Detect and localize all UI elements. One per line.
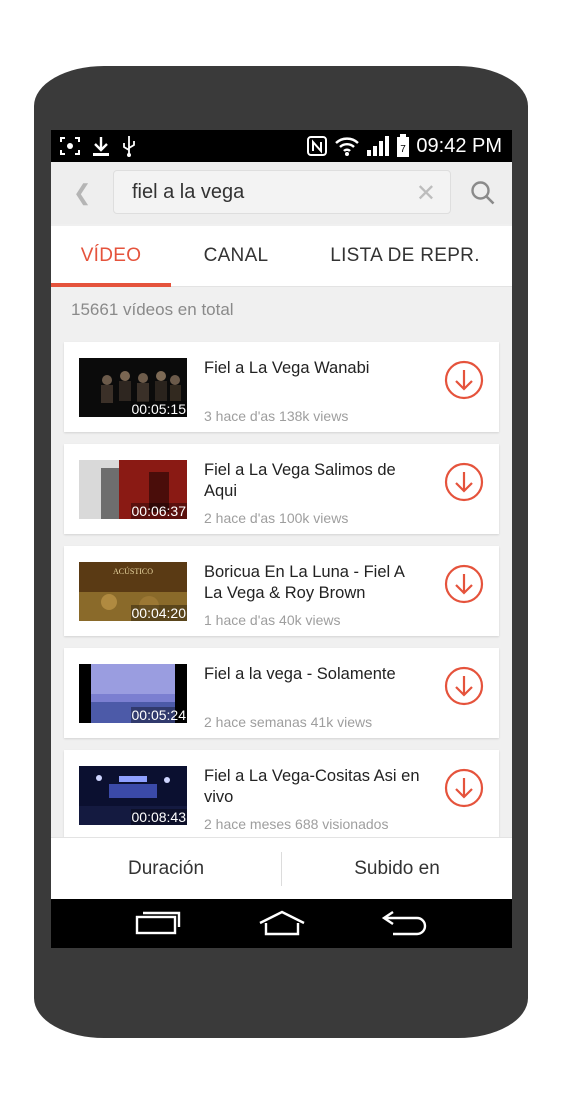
video-duration: 00:05:24 bbox=[130, 707, 187, 723]
back-nav-icon[interactable] bbox=[381, 909, 429, 942]
tab-video-label: VÍDEO bbox=[80, 245, 142, 266]
download-icon[interactable] bbox=[444, 768, 484, 813]
screen: 7 09:42 PM ❮ ✕ VÍDEO CANAL LISTA DE REPR… bbox=[51, 130, 512, 948]
video-card[interactable]: 00:08:43 Fiel a La Vega-Cositas Asi en v… bbox=[64, 750, 499, 840]
video-thumbnail[interactable]: 00:05:15 bbox=[79, 358, 187, 417]
video-meta: 3 hace d'as 138k views bbox=[204, 408, 349, 424]
wifi-icon bbox=[335, 137, 360, 156]
back-icon[interactable]: ❮ bbox=[73, 180, 91, 206]
download-icon[interactable] bbox=[444, 666, 484, 711]
clock: 09:42 PM bbox=[416, 134, 502, 157]
video-card[interactable]: ACÚSTICO 00:04:20 Boricua En La Luna - F… bbox=[64, 546, 499, 636]
sort-bar: Duración Subido en bbox=[51, 837, 512, 900]
download-notification-icon bbox=[93, 137, 109, 156]
search-bar: ❮ ✕ bbox=[51, 162, 512, 224]
status-bar: 7 09:42 PM bbox=[51, 130, 512, 162]
video-card[interactable]: 00:05:24 Fiel a la vega - Solamente 2 ha… bbox=[64, 648, 499, 738]
search-field: ✕ bbox=[113, 170, 451, 214]
video-duration: 00:08:43 bbox=[130, 809, 187, 825]
video-duration: 00:04:20 bbox=[130, 605, 187, 621]
video-thumbnail[interactable]: 00:05:24 bbox=[79, 664, 187, 723]
video-list: 00:05:15 Fiel a La Vega Wanabi 3 hace d'… bbox=[64, 342, 499, 852]
video-meta: 2 hace d'as 100k views bbox=[204, 510, 349, 526]
navigation-bar bbox=[51, 899, 512, 948]
video-meta: 2 hace semanas 41k views bbox=[204, 714, 373, 730]
tab-channel[interactable]: CANAL bbox=[171, 226, 301, 286]
video-duration: 00:06:37 bbox=[130, 503, 187, 519]
sort-duration-button[interactable]: Duración bbox=[51, 838, 281, 900]
video-title: Fiel a La Vega Wanabi bbox=[204, 359, 370, 377]
sort-uploaded-button[interactable]: Subido en bbox=[282, 838, 512, 900]
video-thumbnail[interactable]: ACÚSTICO 00:04:20 bbox=[79, 562, 187, 621]
tab-playlist-label: LISTA DE REPR. bbox=[330, 245, 480, 266]
svg-text:7: 7 bbox=[401, 144, 407, 155]
tab-channel-label: CANAL bbox=[203, 245, 269, 266]
download-icon[interactable] bbox=[444, 462, 484, 507]
video-duration: 00:05:15 bbox=[130, 401, 187, 417]
tab-indicator bbox=[51, 283, 171, 287]
tab-bar: VÍDEO CANAL LISTA DE REPR. bbox=[51, 226, 512, 287]
video-title: Fiel a La Vega-Cositas Asi en vivo bbox=[204, 767, 420, 806]
tab-playlist[interactable]: LISTA DE REPR. bbox=[313, 226, 497, 286]
screenshot-icon bbox=[60, 137, 80, 155]
download-icon[interactable] bbox=[444, 360, 484, 405]
recent-apps-icon[interactable] bbox=[135, 909, 181, 942]
video-meta: 2 hace meses 688 visionados bbox=[204, 816, 389, 832]
search-input[interactable] bbox=[130, 171, 414, 213]
video-card[interactable]: 00:05:15 Fiel a La Vega Wanabi 3 hace d'… bbox=[64, 342, 499, 432]
video-title: Fiel a La Vega Salimos de Aqui bbox=[204, 461, 396, 500]
home-icon[interactable] bbox=[257, 909, 307, 942]
video-meta: 1 hace d'as 40k views bbox=[204, 612, 341, 628]
download-icon[interactable] bbox=[444, 564, 484, 609]
nfc-icon bbox=[307, 136, 328, 156]
video-title: Boricua En La Luna - Fiel A La Vega & Ro… bbox=[204, 563, 404, 602]
tab-video[interactable]: VÍDEO bbox=[51, 226, 171, 286]
sort-duration-label: Duración bbox=[127, 858, 205, 879]
signal-icon bbox=[367, 136, 390, 156]
total-count: 15661 vídeos en total bbox=[71, 300, 234, 319]
clear-icon[interactable]: ✕ bbox=[416, 179, 436, 208]
usb-icon bbox=[123, 136, 135, 157]
battery-icon: 7 bbox=[397, 134, 410, 157]
search-icon[interactable] bbox=[470, 180, 496, 211]
video-card[interactable]: 00:06:37 Fiel a La Vega Salimos de Aqui … bbox=[64, 444, 499, 534]
video-thumbnail[interactable]: 00:06:37 bbox=[79, 460, 187, 519]
video-thumbnail[interactable]: 00:08:43 bbox=[79, 766, 187, 825]
sort-uploaded-label: Subido en bbox=[354, 858, 440, 879]
video-title: Fiel a la vega - Solamente bbox=[204, 665, 396, 683]
svg-text:ACÚSTICO: ACÚSTICO bbox=[113, 566, 153, 576]
